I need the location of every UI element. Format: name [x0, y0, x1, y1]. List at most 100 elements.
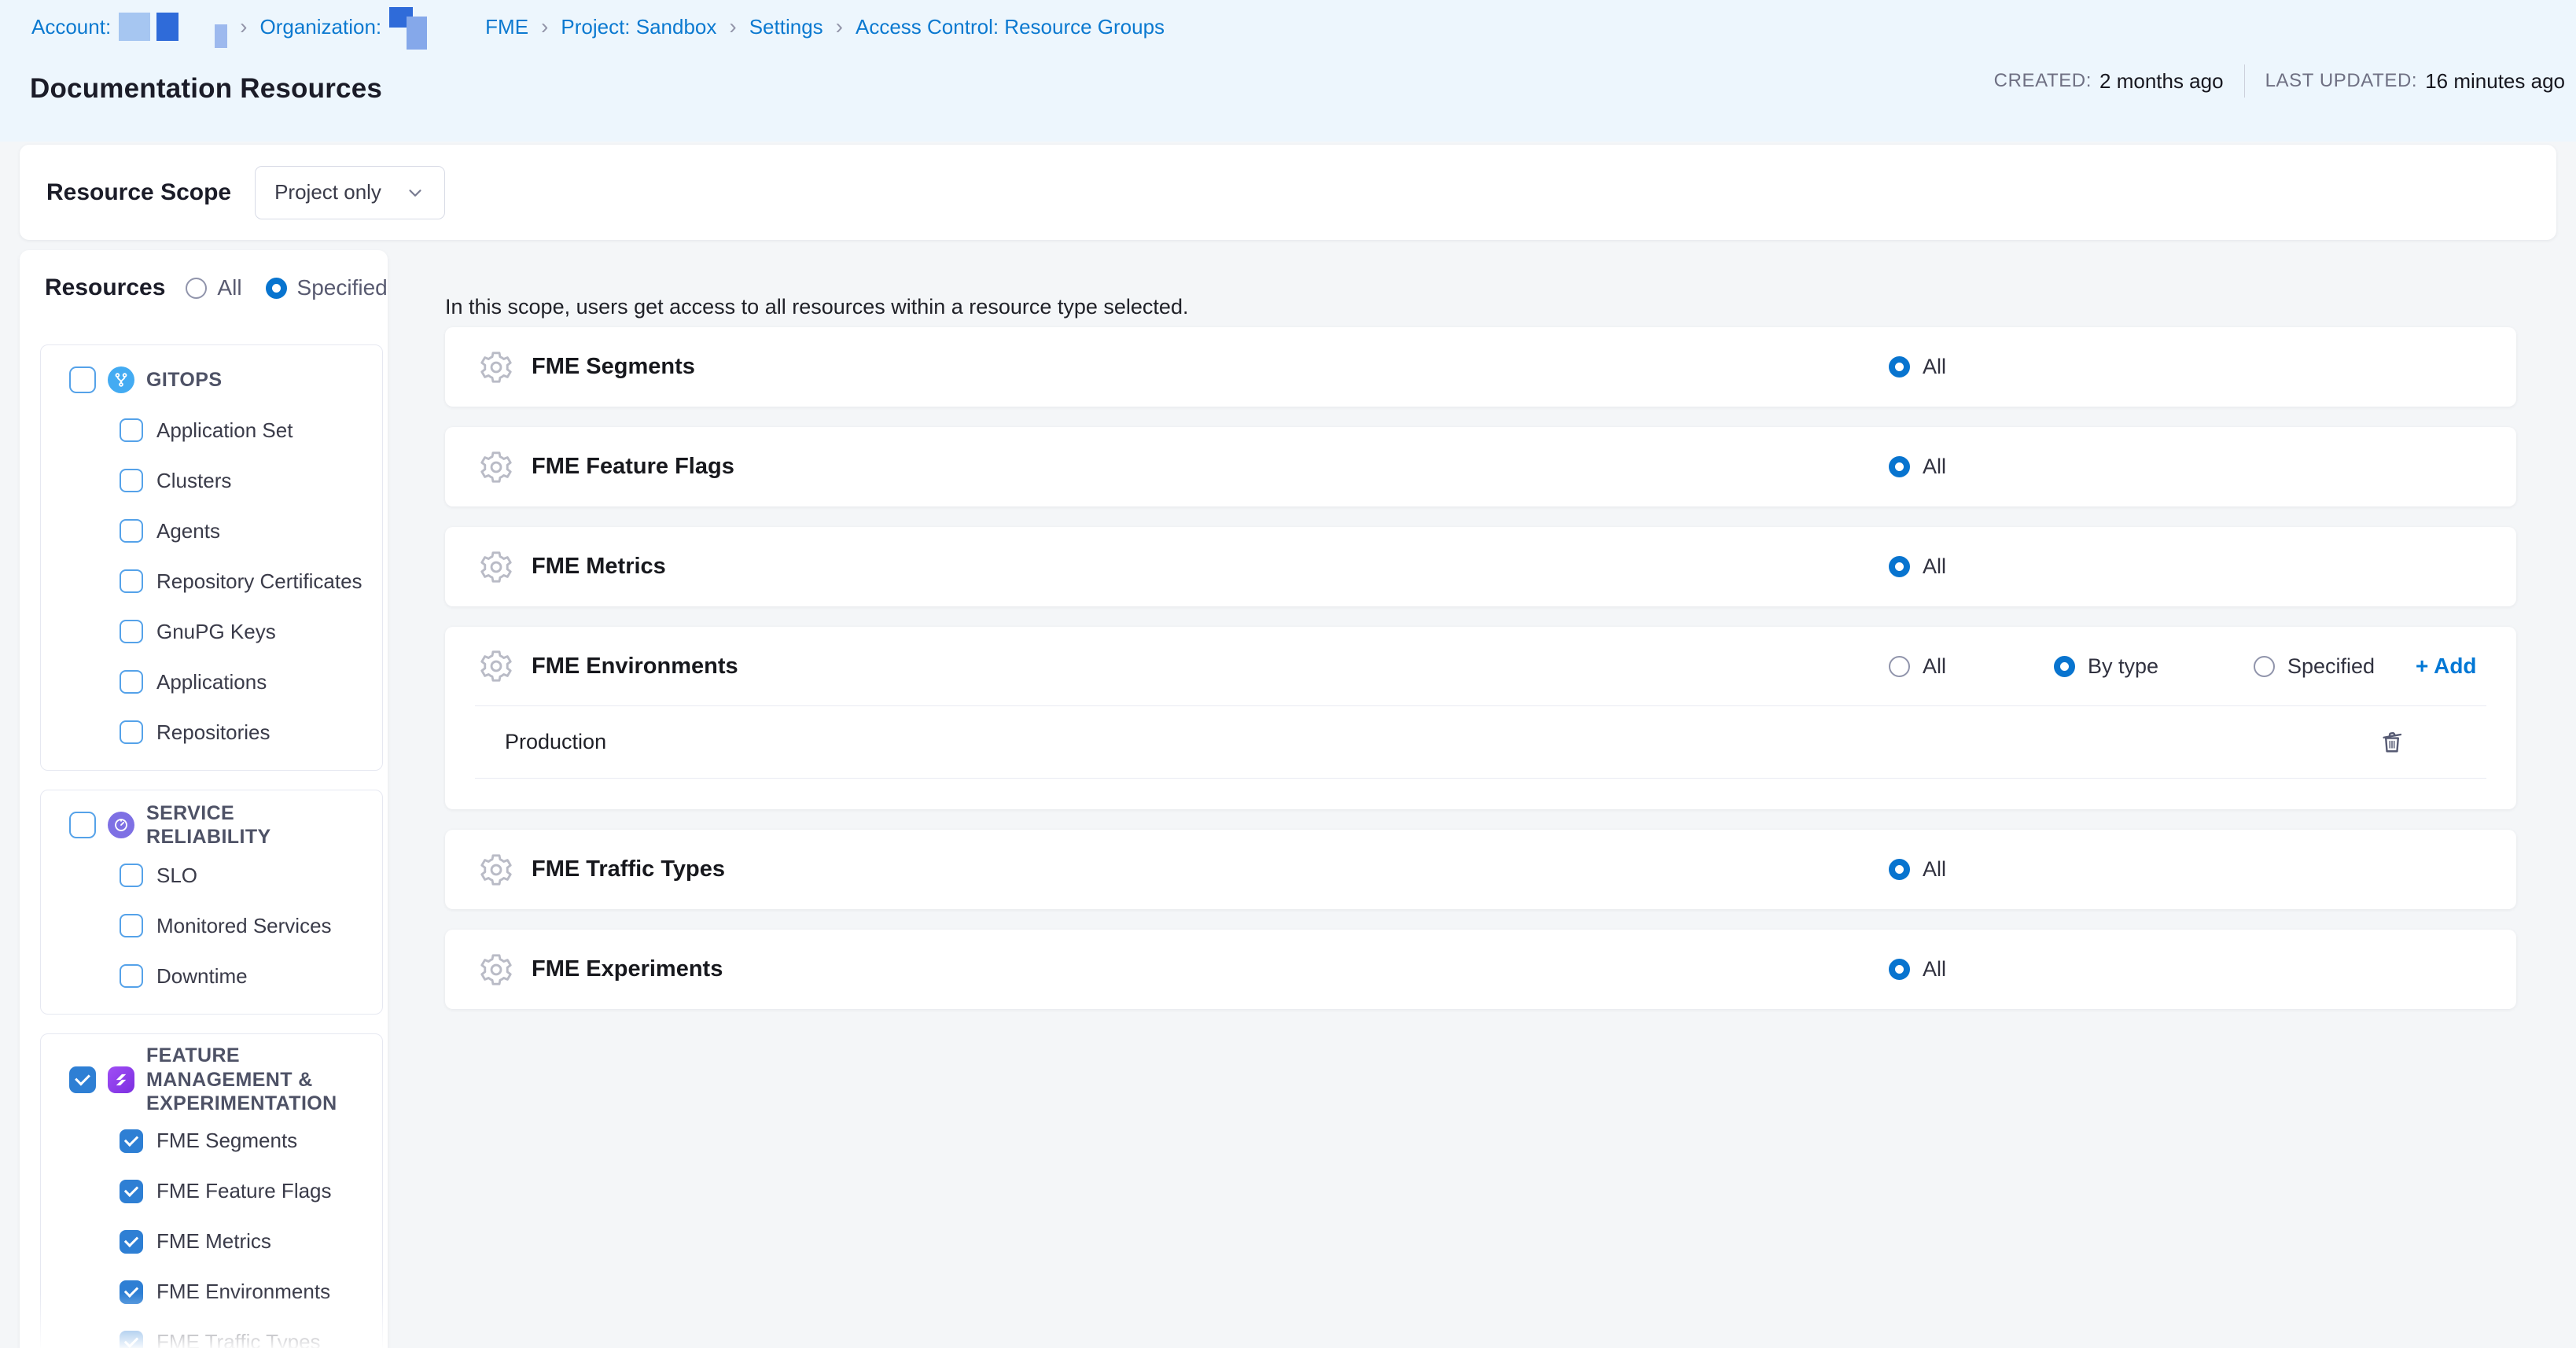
gear-icon [478, 852, 514, 888]
item-label: FME Metrics [156, 1229, 271, 1254]
item-label: Repository Certificates [156, 569, 362, 594]
card-title-fme-traffic-types: FME Traffic Types [532, 856, 725, 882]
option-label: All [1923, 957, 1946, 982]
group-item-fme-feature-flags[interactable]: FME Feature Flags [41, 1166, 382, 1217]
item-checkbox-downtime[interactable] [120, 964, 143, 988]
resource-card-fme-feature-flags: FME Feature Flags All [445, 427, 2516, 506]
resource-scope-select[interactable]: Project only [255, 166, 445, 219]
meta-divider [2244, 64, 2245, 98]
resource-card-fme-environments: FME Environments All By type Specified + Add… [445, 627, 2516, 809]
resources-mode-label: All [217, 275, 241, 300]
card-title-fme-feature-flags: FME Feature Flags [532, 454, 734, 480]
breadcrumb-separator: › [240, 16, 247, 38]
radio-all[interactable] [1889, 556, 1910, 577]
resource-scope-card: Resource Scope Project only [20, 145, 2556, 240]
item-checkbox-monitored-services[interactable] [120, 914, 143, 937]
group-item-fme-traffic-types[interactable]: FME Traffic Types [41, 1317, 382, 1348]
option-label: By type [2088, 654, 2158, 679]
item-checkbox-repository-certificates[interactable] [120, 569, 143, 593]
redacted-block [427, 27, 477, 28]
group-item-slo[interactable]: SLO [41, 850, 382, 901]
item-checkbox-fme-traffic-types[interactable] [120, 1331, 143, 1348]
group-item-monitored-services[interactable]: Monitored Services [41, 901, 382, 951]
option-all-fme-traffic-types[interactable]: All [1889, 857, 1946, 882]
resources-mode-option-all[interactable]: All [186, 275, 241, 300]
add-button-fme-environments[interactable]: + Add [2416, 654, 2477, 679]
scope-info-text: In this scope, users get access to all r… [445, 295, 1188, 319]
option-all-fme-segments[interactable]: All [1889, 355, 1946, 379]
option-by-type-fme-environments[interactable]: By type [2054, 654, 2254, 679]
breadcrumb-link-settings[interactable]: Settings [749, 15, 823, 39]
card-options-fme-feature-flags: All [1889, 427, 1946, 506]
group-header-service-reliability: SERVICE RELIABILITY [41, 800, 382, 850]
gear-icon [478, 648, 514, 684]
item-checkbox-repositories[interactable] [120, 720, 143, 744]
group-item-applications[interactable]: Applications [41, 657, 382, 707]
item-checkbox-applications[interactable] [120, 670, 143, 694]
environment-name: Production [505, 730, 606, 754]
item-checkbox-fme-environments[interactable] [120, 1280, 143, 1304]
radio-specified[interactable] [266, 278, 287, 299]
card-options-fme-experiments: All [1889, 930, 1946, 1009]
card-header-fme-environments: FME Environments All By type Specified + Add [445, 627, 2516, 705]
item-checkbox-fme-segments[interactable] [120, 1129, 143, 1153]
radio-all[interactable] [1889, 356, 1910, 378]
radio-all[interactable] [1889, 656, 1910, 677]
group-item-downtime[interactable]: Downtime [41, 951, 382, 1001]
resource-card-fme-segments: FME SegmentsAll [445, 327, 2516, 407]
resource-group-service-reliability: SERVICE RELIABILITY SLO Monitored Services… [40, 790, 383, 1015]
group-item-application-set[interactable]: Application Set [41, 405, 382, 455]
breadcrumb-link-project-sandbox[interactable]: Project: Sandbox [561, 15, 716, 39]
item-checkbox-slo[interactable] [120, 864, 143, 887]
breadcrumb-link-access-control-resource-groups[interactable]: Access Control: Resource Groups [856, 15, 1165, 39]
group-item-repositories[interactable]: Repositories [41, 707, 382, 757]
group-checkbox-service-reliability[interactable] [69, 812, 96, 838]
group-item-gnupg-keys[interactable]: GnuPG Keys [41, 606, 382, 657]
record-meta: CREATED: 2 months ago LAST UPDATED: 16 m… [1994, 64, 2565, 98]
option-all-fme-experiments[interactable]: All [1889, 957, 1946, 982]
option-label: Specified [2287, 654, 2375, 679]
item-checkbox-application-set[interactable] [120, 418, 143, 442]
option-specified-fme-environments[interactable]: Specified [2254, 654, 2409, 679]
resources-panel-title: Resources [45, 274, 165, 301]
group-item-fme-environments[interactable]: FME Environments [41, 1267, 382, 1317]
card-title-fme-environments: FME Environments [532, 654, 738, 680]
item-label: Repositories [156, 720, 270, 745]
radio-all[interactable] [1889, 456, 1910, 477]
item-checkbox-fme-feature-flags[interactable] [120, 1180, 143, 1203]
item-checkbox-clusters[interactable] [120, 469, 143, 492]
group-item-clusters[interactable]: Clusters [41, 455, 382, 506]
option-all-fme-feature-flags[interactable]: All [1889, 455, 1946, 479]
item-label: Application Set [156, 418, 293, 443]
resources-mode-option-specified[interactable]: Specified [266, 275, 388, 300]
group-item-agents[interactable]: Agents [41, 506, 382, 556]
group-checkbox-gitops[interactable] [69, 366, 96, 393]
item-checkbox-gnupg-keys[interactable] [120, 620, 143, 643]
page-title: Documentation Resources [30, 73, 382, 105]
group-name-service-reliability: SERVICE RELIABILITY [146, 801, 343, 849]
breadcrumb-link-fme[interactable]: FME [485, 15, 528, 39]
trash-icon[interactable] [2378, 728, 2406, 757]
radio-by-type[interactable] [2054, 656, 2075, 677]
item-label: FME Segments [156, 1129, 297, 1153]
created-label: CREATED: [1994, 70, 2092, 92]
item-checkbox-fme-metrics[interactable] [120, 1230, 143, 1254]
option-all-fme-metrics[interactable]: All [1889, 554, 1946, 579]
group-name-feature-management-experimentation: FEATURE MANAGEMENT & EXPERIMENTATION [146, 1044, 343, 1116]
radio-all[interactable] [1889, 959, 1910, 980]
radio-all[interactable] [186, 278, 207, 299]
resource-scope-label: Resource Scope [46, 179, 231, 206]
group-item-fme-segments[interactable]: FME Segments [41, 1116, 382, 1166]
item-label: SLO [156, 864, 197, 888]
breadcrumb-separator: › [836, 16, 843, 38]
group-checkbox-feature-management-experimentation[interactable] [69, 1066, 96, 1093]
item-checkbox-agents[interactable] [120, 519, 143, 543]
radio-all[interactable] [1889, 859, 1910, 880]
resource-group-gitops: GITOPSApplication SetClustersAgentsRepos… [40, 344, 383, 771]
gear-icon [478, 449, 514, 485]
group-item-fme-metrics[interactable]: FME Metrics [41, 1217, 382, 1267]
option-all-fme-environments[interactable]: All [1889, 654, 2054, 679]
group-item-repository-certificates[interactable]: Repository Certificates [41, 556, 382, 606]
resources-panel: Resources AllSpecified GITOPSApplication… [20, 250, 388, 1348]
radio-specified[interactable] [2254, 656, 2275, 677]
